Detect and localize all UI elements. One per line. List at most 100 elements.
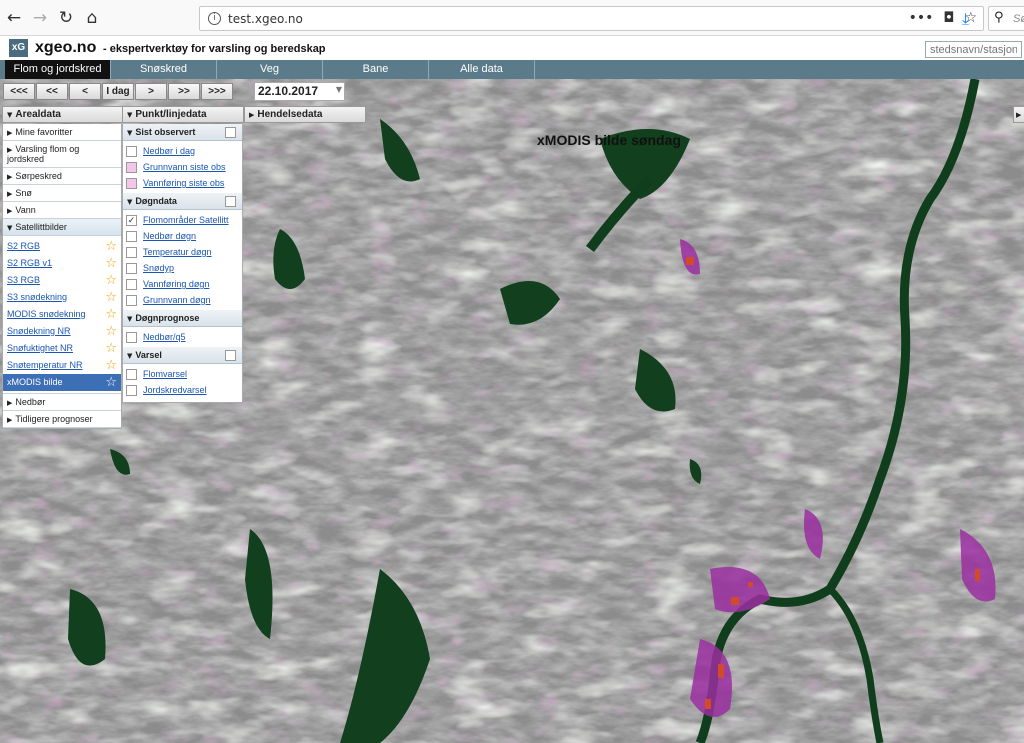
layer-label[interactable]: Nedbør døgn [143, 231, 196, 241]
group-sist-observert[interactable]: ▼ Sist observert [123, 124, 242, 141]
layer-checkbox[interactable] [126, 146, 137, 158]
layer-checkbox[interactable] [126, 295, 137, 307]
layer-label[interactable]: Vannføring siste obs [143, 178, 224, 188]
layer-label[interactable]: Grunnvann døgn [143, 295, 211, 305]
tab-snoskred[interactable]: Snøskred [111, 60, 217, 79]
layer-label[interactable]: Snødyp [143, 263, 174, 273]
layer-checkbox[interactable] [126, 247, 137, 259]
star-icon[interactable]: ☆ [105, 341, 117, 356]
date-forward-more-button[interactable]: >> [168, 83, 200, 100]
tab-veg[interactable]: Veg [217, 60, 323, 79]
group-checkbox[interactable] [225, 196, 236, 207]
layer-row[interactable]: Flomvarsel [123, 366, 242, 382]
url-bar[interactable]: i test.xgeo.no ••• ◘ ☆ [199, 6, 984, 31]
layer-checkbox[interactable] [126, 279, 137, 291]
layer-link-s2-rgb[interactable]: S2 RGB ☆ [3, 238, 121, 255]
layer-link-modis-snodekning[interactable]: MODIS snødekning ☆ [3, 306, 121, 323]
layer-label[interactable]: Nedbør/q5 [143, 332, 186, 342]
layer-label[interactable]: Vannføring døgn [143, 279, 209, 289]
punktdata-header[interactable]: ▼ Punkt/linjedata [122, 106, 244, 123]
layer-checkbox[interactable] [126, 385, 137, 397]
xgeo-logo[interactable]: xG [9, 39, 28, 57]
pocket-icon[interactable]: ◘ [943, 10, 954, 26]
layer-label[interactable]: Nedbør i dag [143, 146, 195, 156]
layer-label[interactable]: Grunnvann siste obs [143, 162, 226, 172]
group-checkbox[interactable] [225, 350, 236, 361]
layer-row[interactable]: Nedbør i dag [123, 143, 242, 159]
star-icon[interactable]: ☆ [105, 324, 117, 339]
areal-item-sorpeskred[interactable]: ▶ Sørpeskred [3, 168, 121, 185]
forward-icon[interactable]: → [28, 6, 52, 30]
areal-item-varsling[interactable]: ▶ Varsling flom og jordskred [3, 141, 121, 168]
hendelsedata-header[interactable]: ▶ Hendelsedata [244, 106, 366, 123]
home-icon[interactable]: ⌂ [80, 6, 104, 30]
star-icon[interactable]: ☆ [105, 307, 117, 322]
more-actions-icon[interactable]: ••• [909, 10, 934, 26]
layer-row[interactable]: Jordskredvarsel [123, 382, 242, 398]
date-back-button[interactable]: < [69, 83, 101, 100]
layer-link-s3-rgb[interactable]: S3 RGB ☆ [3, 272, 121, 289]
layer-row[interactable]: Nedbør døgn [123, 228, 242, 244]
layer-row[interactable]: Grunnvann siste obs [123, 159, 242, 175]
layer-label[interactable]: Flomvarsel [143, 369, 187, 379]
group-dogndata[interactable]: ▼ Døgndata [123, 193, 242, 210]
place-search-input[interactable] [925, 41, 1022, 58]
star-icon[interactable]: ☆ [105, 290, 117, 305]
date-forward-button[interactable]: > [135, 83, 167, 100]
layer-checkbox-checked[interactable]: ✓ [126, 215, 137, 227]
layer-link-snodekning-nr[interactable]: Snødekning NR ☆ [3, 323, 121, 340]
tab-bane[interactable]: Bane [323, 60, 429, 79]
layer-link-snotemperatur-nr[interactable]: Snøtemperatur NR ☆ [3, 357, 121, 374]
layer-link-s3-snodekning[interactable]: S3 snødekning ☆ [3, 289, 121, 306]
date-back-far-button[interactable]: <<< [3, 83, 35, 100]
layer-row[interactable]: Nedbør/q5 [123, 329, 242, 345]
areal-item-favoritter[interactable]: ▶ Mine favoritter [3, 124, 121, 141]
layer-row[interactable]: ✓ Flomområder Satellitt [123, 212, 242, 228]
areal-item-vann[interactable]: ▶ Vann [3, 202, 121, 219]
date-forward-far-button[interactable]: >>> [201, 83, 233, 100]
layer-row[interactable]: Grunnvann døgn [123, 292, 242, 308]
back-icon[interactable]: ← [2, 6, 26, 30]
layer-checkbox[interactable] [126, 178, 137, 190]
arealdata-header[interactable]: ▼ Arealdata [2, 106, 123, 123]
download-icon[interactable]: ⤓ [962, 9, 969, 29]
layer-checkbox[interactable] [126, 263, 137, 275]
date-picker[interactable]: 22.10.2017 ▼ [254, 82, 345, 101]
layer-checkbox[interactable] [126, 332, 137, 344]
group-dognprognose[interactable]: ▼ Døgnprognose [123, 310, 242, 327]
areal-item-nedbor[interactable]: ▶ Nedbør [3, 393, 121, 411]
star-icon[interactable]: ☆ [105, 375, 117, 390]
layer-row[interactable]: Vannføring siste obs [123, 175, 242, 191]
chevron-down-icon[interactable]: ▼ [336, 85, 342, 94]
right-panel-toggle[interactable]: ▶ [1013, 106, 1024, 123]
tab-flom-og-jordskred[interactable]: Flom og jordskred [5, 60, 111, 79]
star-icon[interactable]: ☆ [105, 239, 117, 254]
layer-row[interactable]: Snødyp [123, 260, 242, 276]
info-icon[interactable]: i [208, 12, 221, 25]
date-back-more-button[interactable]: << [36, 83, 68, 100]
layer-label[interactable]: Temperatur døgn [143, 247, 212, 257]
layer-checkbox[interactable] [126, 231, 137, 243]
group-checkbox[interactable] [225, 127, 236, 138]
browser-search-box[interactable]: ⚲ Sø [988, 6, 1024, 31]
areal-section-satellittbilder[interactable]: ▼ Satellittbilder [3, 219, 121, 236]
layer-label[interactable]: Flomområder Satellitt [143, 215, 229, 225]
star-icon[interactable]: ☆ [105, 273, 117, 288]
layer-row[interactable]: Vannføring døgn [123, 276, 242, 292]
chevron-right-icon: ▶ [7, 399, 13, 407]
layer-link-s2-rgb-v1[interactable]: S2 RGB v1 ☆ [3, 255, 121, 272]
today-button[interactable]: I dag [102, 83, 134, 100]
layer-row[interactable]: Temperatur døgn [123, 244, 242, 260]
areal-item-tidligere-prognoser[interactable]: ▶ Tidligere prognoser [3, 411, 121, 428]
layer-link-xmodis-bilde[interactable]: xMODIS bilde ☆ [3, 374, 121, 391]
star-icon[interactable]: ☆ [105, 256, 117, 271]
tab-alle-data[interactable]: Alle data [429, 60, 535, 79]
areal-item-sno[interactable]: ▶ Snø [3, 185, 121, 202]
reload-icon[interactable]: ↻ [54, 6, 78, 30]
group-varsel[interactable]: ▼ Varsel [123, 347, 242, 364]
layer-checkbox[interactable] [126, 369, 137, 381]
layer-link-snofuktighet-nr[interactable]: Snøfuktighet NR ☆ [3, 340, 121, 357]
layer-checkbox[interactable] [126, 162, 137, 174]
star-icon[interactable]: ☆ [105, 358, 117, 373]
layer-label[interactable]: Jordskredvarsel [143, 385, 207, 395]
